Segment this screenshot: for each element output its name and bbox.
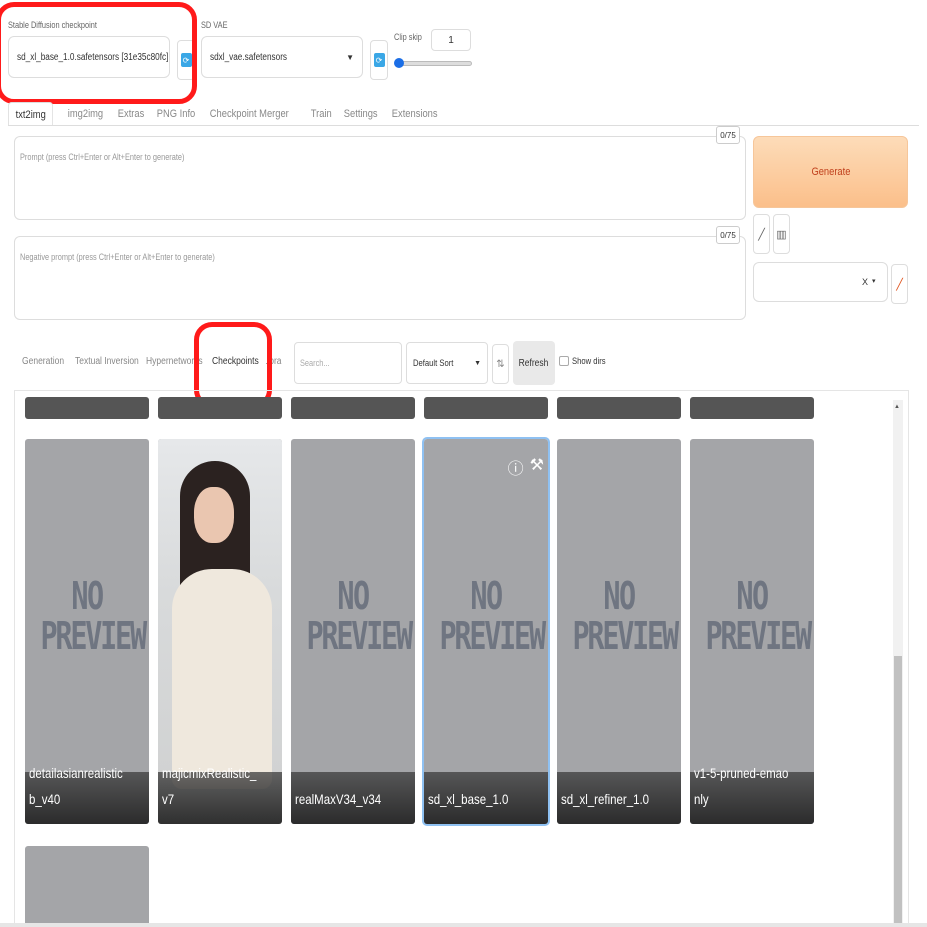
clip-skip-slider-knob[interactable] — [394, 58, 404, 68]
checkpoint-cards-panel: NO PREVIEW detailasianrealisticb_v40 maj… — [14, 390, 909, 927]
cards-scrollbar[interactable]: ▲ — [893, 400, 903, 927]
negative-prompt-token-counter: 0/75 — [716, 226, 740, 244]
card-partial[interactable] — [25, 397, 149, 419]
negative-prompt-placeholder: Negative prompt (press Ctrl+Enter or Alt… — [20, 252, 215, 262]
clip-skip-slider[interactable] — [396, 61, 472, 66]
vae-dropdown[interactable]: sdxl_vae.safetensors ▼ — [201, 36, 363, 78]
chevron-down-icon: ▼ — [346, 52, 354, 62]
tab-divider — [8, 125, 919, 126]
tab-txt2img[interactable]: txt2img — [8, 102, 54, 126]
pencil-icon: ╱ — [758, 228, 765, 241]
scroll-up-icon[interactable]: ▲ — [894, 404, 900, 410]
generate-label: Generate — [811, 166, 850, 178]
bottom-edge — [0, 923, 927, 927]
vae-value: sdxl_vae.safetensors — [210, 51, 288, 63]
tab-train[interactable]: Train — [304, 102, 339, 126]
refresh-label: Refresh — [519, 357, 549, 369]
read-params-button[interactable]: ╱ — [753, 214, 770, 254]
no-preview-image: NO PREVIEW — [306, 574, 414, 658]
info-icon[interactable]: ⓘ — [508, 455, 524, 479]
prompt-textarea[interactable]: Prompt (press Ctrl+Enter or Alt+Enter to… — [14, 136, 746, 220]
card-partial[interactable] — [158, 397, 282, 419]
card-name: sd_xl_base_1.0 — [428, 791, 509, 807]
checkpoint-card-selected[interactable]: NO PREVIEW ⓘ ⚒ sd_xl_base_1.0 — [422, 437, 550, 826]
show-dirs-label: Show dirs — [572, 356, 606, 366]
en-tab-textual-inversion[interactable]: Textual Inversion — [75, 356, 139, 367]
card-name: sd_xl_refiner_1.0 — [561, 791, 650, 807]
tools-icon[interactable]: ⚒ — [530, 455, 544, 479]
clip-skip-input[interactable]: 1 — [431, 29, 471, 51]
card-name: realMaxV34_v34 — [295, 791, 382, 807]
clip-skip-label: Clip skip — [394, 32, 422, 42]
card-name: detailasianrealisticb_v40 — [29, 765, 123, 807]
sort-direction-icon: ⇅ — [496, 358, 505, 370]
no-preview-image: NO PREVIEW — [705, 574, 813, 658]
edit-icon: ╱ — [896, 278, 903, 291]
checkpoint-card[interactable] — [25, 846, 149, 927]
sort-direction-button[interactable]: ⇅ — [492, 344, 509, 384]
checkpoint-card[interactable]: NO PREVIEW v1-5-pruned-emaonly — [690, 439, 814, 824]
sort-value: Default Sort — [413, 358, 454, 368]
no-preview-image: NO PREVIEW — [439, 574, 547, 658]
vae-label: SD VAE — [201, 20, 228, 30]
network-search-input[interactable]: Search... — [294, 342, 402, 384]
vae-refresh-button[interactable]: ⟳ — [370, 40, 388, 80]
chevron-down-icon: ▼ — [474, 359, 481, 367]
sort-dropdown[interactable]: Default Sort ▼ — [406, 342, 488, 384]
card-action-icons: ⓘ ⚒ — [508, 455, 544, 479]
clip-skip-value: 1 — [448, 34, 454, 46]
checkpoint-card[interactable]: NO PREVIEW detailasianrealisticb_v40 — [25, 439, 149, 824]
en-tab-generation[interactable]: Generation — [22, 356, 64, 367]
chevron-down-icon: ▾ — [872, 278, 876, 285]
generate-button[interactable]: Generate — [753, 136, 908, 208]
negative-prompt-textarea[interactable]: Negative prompt (press Ctrl+Enter or Alt… — [14, 236, 746, 320]
no-preview-image: NO PREVIEW — [572, 574, 680, 658]
tab-extras[interactable]: Extras — [111, 102, 151, 126]
card-name: v1-5-pruned-emaonly — [694, 765, 789, 807]
scrollbar-thumb[interactable] — [894, 656, 902, 927]
tab-img2img[interactable]: img2img — [61, 102, 110, 126]
tab-settings[interactable]: Settings — [337, 102, 384, 126]
card-partial[interactable] — [424, 397, 548, 419]
styles-dropdown[interactable]: X ▾ — [753, 262, 888, 302]
tab-extensions[interactable]: Extensions — [385, 102, 444, 126]
tab-checkpoint-merger[interactable]: Checkpoint Merger — [203, 102, 296, 126]
search-placeholder: Search... — [300, 358, 330, 368]
show-dirs-checkbox[interactable] — [559, 356, 569, 366]
checkpoint-card[interactable]: NO PREVIEW sd_xl_refiner_1.0 — [557, 439, 681, 824]
styles-clear-icon[interactable]: X — [862, 277, 868, 287]
prompt-token-counter: 0/75 — [716, 126, 740, 144]
clear-prompt-button[interactable]: ▥ — [773, 214, 790, 254]
card-partial[interactable] — [557, 397, 681, 419]
card-partial[interactable] — [690, 397, 814, 419]
no-preview-image: NO PREVIEW — [40, 574, 148, 658]
main-tabs: txt2img img2img Extras PNG Info Checkpoi… — [8, 100, 447, 126]
checkpoint-highlight-annotation — [0, 2, 197, 104]
apply-style-button[interactable]: ╱ — [891, 264, 908, 304]
trash-icon: ▥ — [776, 228, 787, 241]
refresh-networks-button[interactable]: Refresh — [513, 341, 555, 385]
show-dirs-toggle[interactable]: Show dirs — [559, 356, 612, 366]
card-partial[interactable] — [291, 397, 415, 419]
checkpoint-card[interactable]: NO PREVIEW realMaxV34_v34 — [291, 439, 415, 824]
card-name: majicmixRealistic_v7 — [162, 765, 257, 807]
refresh-icon: ⟳ — [373, 53, 385, 67]
tab-png-info[interactable]: PNG Info — [150, 102, 202, 126]
checkpoint-card[interactable]: majicmixRealistic_v7 — [158, 439, 282, 824]
prompt-placeholder: Prompt (press Ctrl+Enter or Alt+Enter to… — [20, 152, 185, 162]
